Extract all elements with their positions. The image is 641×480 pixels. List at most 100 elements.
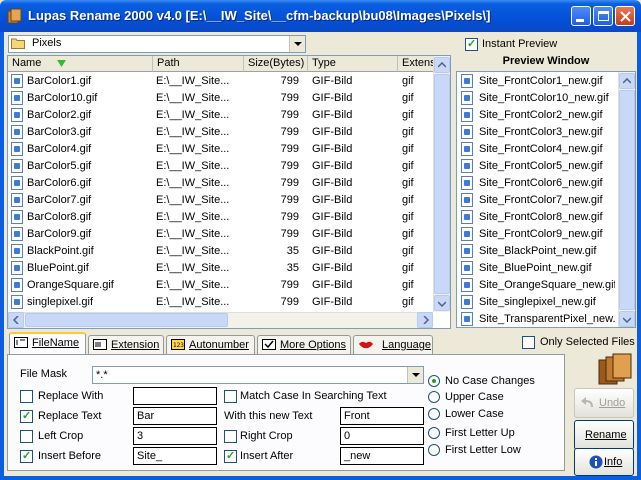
radio-first-letter-up[interactable] — [428, 427, 440, 439]
file-type-cell: GIF-Bild — [312, 194, 353, 206]
list-item[interactable]: Site_FrontColor10_new.gif — [460, 90, 615, 107]
replace-text-input[interactable]: Bar — [133, 407, 217, 425]
file-size-cell: 799 — [280, 109, 299, 121]
table-row[interactable]: BarColor9.gif E:\__IW_Site... 799 GIF-Bild g… — [9, 226, 433, 243]
column-header-type[interactable]: Type — [308, 56, 398, 72]
insert-before-input[interactable]: Site_ — [133, 447, 217, 465]
table-row[interactable]: BarColor1.gif E:\__IW_Site... 799 GIF-Bild g… — [9, 73, 433, 90]
close-button[interactable] — [615, 6, 635, 26]
table-row[interactable]: BarColor4.gif E:\__IW_Site... 799 GIF-Bild g… — [9, 141, 433, 158]
file-path-cell: E:\__IW_Site... — [156, 92, 230, 104]
arrow-down-icon — [438, 301, 446, 307]
gif-file-icon — [461, 74, 473, 88]
file-path-cell: E:\__IW_Site... — [156, 194, 230, 206]
table-row[interactable]: singlepixel.gif E:\__IW_Site... 799 GIF-Bil… — [9, 294, 433, 311]
file-size-cell: 35 — [286, 262, 299, 274]
replace-with-input[interactable] — [133, 387, 217, 405]
list-item[interactable]: Site_BluePoint_new.gif — [460, 260, 615, 277]
gif-file-icon — [11, 159, 23, 173]
instant-preview-label: Instant Preview — [482, 38, 558, 50]
table-row[interactable]: BlackPoint.gif E:\__IW_Site... 35 GIF-Bild g… — [9, 243, 433, 260]
list-item[interactable]: Site_FrontColor2_new.gif — [460, 107, 615, 124]
preview-item-label: Site_OrangeSquare_new.gif — [479, 279, 615, 291]
minimize-button[interactable] — [571, 6, 591, 26]
table-row[interactable]: OrangeSquare.gif E:\__IW_Site... 799 GIF-Bi… — [9, 277, 433, 294]
app-folders-icon[interactable] — [6, 7, 23, 24]
undo-button[interactable]: Undo — [574, 388, 634, 418]
tab-language[interactable]: Language — [353, 335, 433, 354]
gif-file-icon — [11, 176, 23, 190]
file-mask-dropdown-arrow[interactable] — [407, 367, 423, 383]
file-ext-cell: gif — [402, 109, 414, 121]
table-row[interactable]: BarColor6.gif E:\__IW_Site... 799 GIF-Bild g… — [9, 175, 433, 192]
list-item[interactable]: Site_FrontColor7_new.gif — [460, 192, 615, 209]
preview-vscroll-thumb[interactable] — [619, 90, 635, 310]
preview-scroll-down-button[interactable] — [619, 311, 635, 327]
left-crop-checkbox[interactable] — [20, 430, 33, 443]
list-item[interactable]: Site_FrontColor1_new.gif — [460, 73, 615, 90]
list-item[interactable]: Site_FrontColor5_new.gif — [460, 158, 615, 175]
file-ext-cell: gif — [402, 211, 414, 223]
table-row[interactable]: BarColor10.gif E:\__IW_Site... 799 GIF-Bild… — [9, 90, 433, 107]
list-item[interactable]: Site_TransparentPixel_new.gif — [460, 311, 615, 328]
rename-button[interactable]: Rename — [574, 420, 634, 450]
radio-upper-case[interactable] — [428, 391, 440, 403]
insert-after-checkbox[interactable] — [224, 449, 237, 463]
folder-dropdown-arrow[interactable] — [289, 36, 305, 52]
right-crop-input[interactable]: 0 — [340, 427, 424, 445]
column-header-size[interactable]: Size(Bytes) — [244, 56, 308, 72]
table-row[interactable]: BarColor3.gif E:\__IW_Site... 799 GIF-Bild g… — [9, 124, 433, 141]
maximize-button[interactable] — [593, 6, 613, 26]
info-icon — [589, 455, 603, 469]
table-row[interactable]: BarColor5.gif E:\__IW_Site... 799 GIF-Bild g… — [9, 158, 433, 175]
insert-after-input[interactable]: _new — [340, 447, 424, 465]
list-item[interactable]: Site_FrontColor6_new.gif — [460, 175, 615, 192]
tab-filename[interactable]: FileName — [9, 332, 86, 355]
column-header-extension[interactable]: Extens — [398, 56, 434, 72]
scroll-up-button[interactable] — [434, 57, 450, 73]
file-mask-combo[interactable]: *.* — [92, 366, 424, 384]
preview-item-label: Site_FrontColor6_new.gif — [479, 177, 603, 189]
scroll-right-button[interactable] — [417, 312, 433, 328]
insert-before-checkbox[interactable] — [20, 449, 33, 463]
radio-no-case-changes[interactable] — [428, 375, 440, 387]
list-item[interactable]: Site_FrontColor3_new.gif — [460, 124, 615, 141]
file-list-hscroll-thumb[interactable] — [25, 313, 228, 327]
tab-autonumber[interactable]: 123 Autonumber — [166, 335, 255, 354]
instant-preview-checkbox[interactable] — [465, 37, 478, 51]
scroll-down-button[interactable] — [434, 295, 450, 311]
radio-first-letter-low-label: First Letter Low — [445, 444, 521, 456]
right-crop-checkbox[interactable] — [224, 430, 237, 443]
file-list-vscroll-thumb[interactable] — [434, 74, 450, 294]
list-item[interactable]: Site_FrontColor9_new.gif — [460, 226, 615, 243]
only-selected-files-checkbox[interactable] — [522, 336, 535, 349]
info-button[interactable]: Info — [574, 448, 634, 476]
scroll-left-button[interactable] — [8, 312, 24, 328]
list-item[interactable]: Site_FrontColor8_new.gif — [460, 209, 615, 226]
list-item[interactable]: Site_FrontColor4_new.gif — [460, 141, 615, 158]
table-row[interactable]: BarColor7.gif E:\__IW_Site... 799 GIF-Bild g… — [9, 192, 433, 209]
table-row[interactable]: BarColor8.gif E:\__IW_Site... 799 GIF-Bild g… — [9, 209, 433, 226]
list-item[interactable]: Site_OrangeSquare_new.gif — [460, 277, 615, 294]
tab-more-options[interactable]: More Options — [257, 335, 351, 354]
table-row[interactable]: BluePoint.gif E:\__IW_Site... 35 GIF-Bild gi… — [9, 260, 433, 277]
match-case-checkbox[interactable] — [224, 390, 237, 403]
left-crop-input[interactable]: 3 — [133, 427, 217, 445]
file-ext-cell: gif — [402, 92, 414, 104]
tab-extension[interactable]: Extension — [88, 335, 164, 354]
file-name-cell: BluePoint.gif — [27, 262, 89, 274]
table-row[interactable]: BarColor2.gif E:\__IW_Site... 799 GIF-Bild g… — [9, 107, 433, 124]
preview-scroll-up-button[interactable] — [619, 73, 635, 89]
with-new-text-input[interactable]: Front — [340, 407, 424, 425]
list-item[interactable]: Site_BlackPoint_new.gif — [460, 243, 615, 260]
column-header-path[interactable]: Path — [153, 56, 244, 72]
replace-text-label: Replace Text — [38, 410, 102, 422]
replace-with-checkbox[interactable] — [20, 390, 33, 403]
replace-text-checkbox[interactable] — [20, 409, 33, 423]
radio-first-letter-low[interactable] — [428, 444, 440, 456]
file-name-cell: BarColor6.gif — [27, 177, 92, 189]
gif-file-icon — [461, 261, 473, 275]
radio-lower-case[interactable] — [428, 408, 440, 420]
list-item[interactable]: Site_singlepixel_new.gif — [460, 294, 615, 311]
column-header-name[interactable]: Name — [8, 56, 153, 72]
